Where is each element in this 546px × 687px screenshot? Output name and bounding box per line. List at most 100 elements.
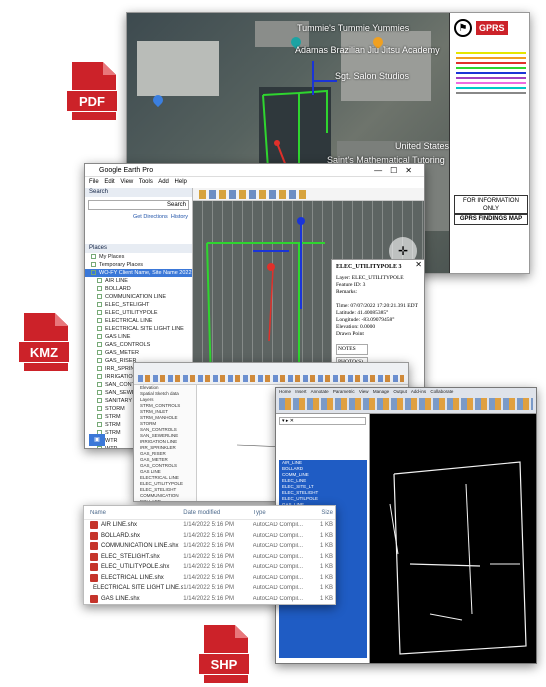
- cad-linework: [389, 461, 527, 655]
- col-date[interactable]: Date modified: [183, 510, 252, 516]
- ribbon-tab[interactable]: Parametric: [333, 389, 355, 394]
- search-button[interactable]: Search: [167, 202, 186, 208]
- checkbox-icon[interactable]: [97, 374, 102, 380]
- ribbon-tab[interactable]: Manage: [373, 389, 389, 394]
- legend-lines: [456, 49, 526, 97]
- checkbox-icon[interactable]: [97, 326, 102, 332]
- ribbon-tab[interactable]: Annotate: [311, 389, 329, 394]
- shx-file-icon: [90, 573, 98, 582]
- layer-label: STRM: [105, 414, 121, 420]
- layer-item[interactable]: GAS_METER: [85, 349, 192, 357]
- ribbon-tab[interactable]: Insert: [295, 389, 306, 394]
- col-type[interactable]: Type: [253, 510, 309, 516]
- search-section-header[interactable]: Search: [85, 188, 192, 197]
- menu-file[interactable]: File: [89, 179, 99, 185]
- checkbox-icon[interactable]: [97, 446, 102, 448]
- layer-item[interactable]: GAS LINE: [85, 333, 192, 341]
- layer-item[interactable]: ELEC_UTILITYPOLE: [85, 309, 192, 317]
- menu-edit[interactable]: Edit: [104, 179, 114, 185]
- file-row[interactable]: ELEC_STELIGHT.shx 1/14/2022 5:16 PM AutoCA…: [84, 552, 335, 563]
- file-row[interactable]: ELECTRICAL LINE.shx 1/14/2022 5:16 PM Auto…: [84, 573, 335, 584]
- file-row[interactable]: BOLLARD.shx 1/14/2022 5:16 PM AutoCAD Comp…: [84, 531, 335, 542]
- notes-field: NOTES: [336, 344, 368, 355]
- file-size: 1 KB: [319, 585, 333, 592]
- layer-item[interactable]: COMMUNICATION LINE: [85, 293, 192, 301]
- checkbox-icon[interactable]: [97, 342, 102, 348]
- checkbox-icon[interactable]: [97, 286, 102, 292]
- tree-item[interactable]: BOLLARD: [134, 499, 196, 501]
- checkbox-icon[interactable]: [97, 422, 102, 428]
- checkbox-icon[interactable]: [97, 310, 102, 316]
- menu-help[interactable]: Help: [175, 179, 187, 185]
- toolbar-icons[interactable]: [199, 190, 309, 199]
- gis-toolbar[interactable]: [134, 363, 408, 385]
- search-input[interactable]: Search: [88, 200, 189, 210]
- layer-item[interactable]: BOLLARD: [85, 285, 192, 293]
- checkbox-icon[interactable]: [97, 350, 102, 356]
- popup-line: Longitude: -83.09079458°: [336, 317, 395, 323]
- checkbox-icon[interactable]: [97, 358, 102, 364]
- gprs-emblem-icon: ⚑: [454, 19, 472, 37]
- file-size: 1 KB: [319, 553, 333, 560]
- file-row[interactable]: ELECTRICAL SITE LIGHT LINE.shx 1/14/2022 …: [84, 583, 335, 594]
- file-name: AIR LINE.shx: [101, 522, 138, 529]
- file-date: 1/14/2022 5:16 PM: [183, 553, 234, 560]
- checkbox-icon[interactable]: [97, 398, 102, 404]
- menu-view[interactable]: View: [120, 179, 133, 185]
- file-row[interactable]: COMMUNICATION LINE.shx 1/14/2022 5:16 PM A…: [84, 541, 335, 552]
- ribbon-tab[interactable]: Output: [393, 389, 407, 394]
- layer-item[interactable]: ELECTRICAL SITE LIGHT LINE: [85, 325, 192, 333]
- checkbox-icon[interactable]: [97, 302, 102, 308]
- ribbon-tab[interactable]: View: [359, 389, 369, 394]
- checkbox-icon[interactable]: [97, 414, 102, 420]
- checkbox-icon[interactable]: [97, 334, 102, 340]
- close-icon[interactable]: ✕: [415, 261, 422, 269]
- checkbox-icon[interactable]: [97, 366, 102, 372]
- ribbon-tab[interactable]: Collaborate: [430, 389, 453, 394]
- checkbox-icon[interactable]: [97, 382, 102, 388]
- menu-add[interactable]: Add: [158, 179, 169, 185]
- file-row[interactable]: ELEC_UTILITYPOLE.shx 1/14/2022 5:16 PM Aut…: [84, 562, 335, 573]
- layer-label: AIR LINE: [105, 278, 128, 284]
- layer-item[interactable]: GAS_CONTROLS: [85, 341, 192, 349]
- file-row[interactable]: GAS LINE.shx 1/14/2022 5:16 PM AutoCAD Com…: [84, 594, 335, 605]
- col-size[interactable]: Size: [308, 510, 335, 516]
- window-titlebar: Google Earth Pro —☐✕: [85, 164, 424, 177]
- tree-item[interactable]: Temporary Places: [85, 261, 192, 269]
- checkbox-icon[interactable]: [97, 318, 102, 324]
- places-section-header[interactable]: Places: [85, 244, 192, 253]
- checkbox-icon[interactable]: [97, 294, 102, 300]
- file-row[interactable]: AIR LINE.shx 1/14/2022 5:16 PM AutoCAD Com…: [84, 520, 335, 531]
- get-directions-link[interactable]: Get Directions: [133, 214, 168, 220]
- menu-tools[interactable]: Tools: [139, 179, 153, 185]
- file-type: AutoCAD Compil...: [252, 564, 304, 571]
- ribbon-tab[interactable]: Add-ins: [411, 389, 426, 394]
- tree-item[interactable]: My Places: [85, 253, 192, 261]
- file-type: AutoCAD Compil...: [252, 585, 304, 592]
- checkbox-icon[interactable]: [97, 278, 102, 284]
- panel-toolbar[interactable]: ▾ ▸ ✕: [279, 417, 366, 425]
- window-controls[interactable]: —☐✕: [374, 164, 420, 177]
- findings-map-note: GPRS FINDINGS MAP: [454, 213, 528, 225]
- tree-item-selected[interactable]: WO-FY Client Name, Site Name 2022: [85, 269, 192, 277]
- ribbon-tab[interactable]: Home: [279, 389, 291, 394]
- layer-label: GAS_RISER: [105, 358, 137, 364]
- file-size: 1 KB: [319, 574, 333, 581]
- history-link[interactable]: History: [171, 214, 188, 220]
- ribbon-tool-icons[interactable]: [279, 398, 533, 410]
- layers-tab[interactable]: ▣: [89, 434, 105, 446]
- layer-item[interactable]: ELECTRICAL LINE: [85, 317, 192, 325]
- checkbox-icon[interactable]: [97, 406, 102, 412]
- layer-item[interactable]: ELEC_STELIGHT: [85, 301, 192, 309]
- layer-item[interactable]: AIR LINE: [85, 277, 192, 285]
- layer-label: WTR: [105, 446, 118, 449]
- layer-label: BOLLARD: [105, 286, 131, 292]
- file-date: 1/14/2022 5:16 PM: [183, 585, 234, 592]
- col-name[interactable]: Name: [84, 510, 183, 516]
- file-date: 1/14/2022 5:16 PM: [183, 574, 234, 581]
- layer-label: STRM: [105, 422, 121, 428]
- shx-file-icon: [90, 531, 98, 540]
- cad-drawing-area[interactable]: [370, 414, 536, 663]
- checkbox-icon[interactable]: [97, 390, 102, 396]
- file-size: 1 KB: [319, 564, 333, 571]
